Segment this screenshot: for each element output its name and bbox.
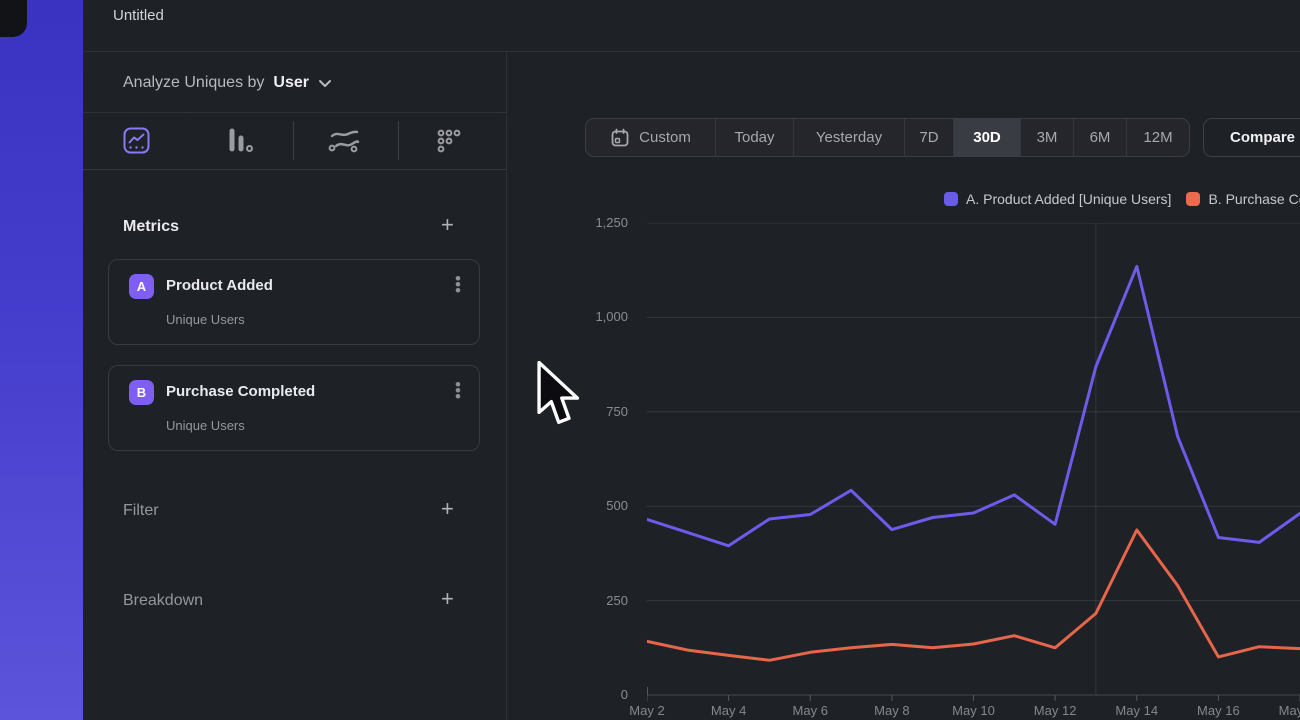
sidebar-right-divider xyxy=(506,51,507,720)
flow-icon xyxy=(328,128,360,154)
range-label: 3M xyxy=(1037,129,1058,146)
background-gradient-strip xyxy=(0,0,83,720)
view-tab-flow[interactable] xyxy=(292,113,396,168)
range-label: 30D xyxy=(973,129,1001,146)
header-divider xyxy=(83,51,1300,52)
metrics-section-title: Metrics xyxy=(123,218,179,236)
date-range-selector: Custom Today Yesterday 7D 30D 3M 6M 12M xyxy=(585,118,1190,157)
range-label: 6M xyxy=(1090,129,1111,146)
range-3m[interactable]: 3M xyxy=(1021,119,1074,156)
x-tick-label: May 18 xyxy=(1270,703,1300,718)
y-tick-label: 500 xyxy=(578,498,628,513)
background-corner xyxy=(0,0,27,37)
range-12m[interactable]: 12M xyxy=(1127,119,1189,156)
add-breakdown-button[interactable]: + xyxy=(441,590,454,608)
analyze-by-control[interactable]: Analyze Uniques by User xyxy=(123,74,332,92)
app-screenshot: { "window_title": "Untitled", "sidebar":… xyxy=(0,0,1300,720)
range-label: Custom xyxy=(639,129,691,146)
range-label: 7D xyxy=(919,129,938,146)
chart-svg xyxy=(647,223,1300,703)
y-tick-label: 1,000 xyxy=(578,309,628,324)
x-tick-label: May 12 xyxy=(1025,703,1085,718)
calendar-icon xyxy=(610,128,630,148)
view-tab-bar-chart[interactable] xyxy=(187,113,291,168)
x-tick-label: May 2 xyxy=(617,703,677,718)
view-tab-grid[interactable] xyxy=(397,113,501,168)
sidebar-divider-tabs xyxy=(83,169,506,170)
range-label: Today xyxy=(734,129,774,146)
add-filter-button[interactable]: + xyxy=(441,500,454,518)
range-6m[interactable]: 6M xyxy=(1074,119,1127,156)
legend-label: A. Product Added [Unique Users] xyxy=(966,191,1171,207)
analyze-by-value[interactable]: User xyxy=(273,74,309,92)
metric-subtitle: Unique Users xyxy=(166,312,245,327)
section-label-filter: Filter xyxy=(123,502,159,520)
report-title[interactable]: Untitled xyxy=(113,7,164,24)
range-yesterday[interactable]: Yesterday xyxy=(794,119,905,156)
compare-button[interactable]: Compare xyxy=(1203,118,1300,157)
metric-card[interactable]: A Product Added Unique Users ••• xyxy=(108,259,480,345)
range-label: Yesterday xyxy=(816,129,882,146)
add-metric-button[interactable]: + xyxy=(441,216,454,234)
y-tick-label: 1,250 xyxy=(578,215,628,230)
chart-legend: A. Product Added [Unique Users] B. Purcha… xyxy=(944,191,1300,207)
bar-chart-icon xyxy=(224,126,254,156)
grid-dots-icon xyxy=(435,127,463,155)
legend-swatch xyxy=(1186,192,1200,206)
range-custom[interactable]: Custom xyxy=(586,119,716,156)
chevron-down-icon xyxy=(318,79,332,88)
section-label-breakdown: Breakdown xyxy=(123,592,203,610)
x-tick-label: May 14 xyxy=(1107,703,1167,718)
legend-label: B. Purchase Completed [Unique Users] xyxy=(1208,191,1300,207)
y-tick-label: 250 xyxy=(578,593,628,608)
metric-name: Product Added xyxy=(166,277,273,294)
x-tick-label: May 16 xyxy=(1188,703,1248,718)
metric-badge: A xyxy=(129,274,154,299)
arrow-cursor-icon xyxy=(536,361,582,430)
y-tick-label: 750 xyxy=(578,404,628,419)
x-tick-label: May 4 xyxy=(699,703,759,718)
x-tick-label: May 8 xyxy=(862,703,922,718)
kebab-menu-icon[interactable]: ••• xyxy=(455,275,461,293)
x-tick-label: May 6 xyxy=(780,703,840,718)
legend-item[interactable]: A. Product Added [Unique Users] xyxy=(944,191,1171,207)
metric-subtitle: Unique Users xyxy=(166,418,245,433)
range-30d[interactable]: 30D xyxy=(954,119,1021,156)
view-tab-line-chart[interactable] xyxy=(84,113,188,168)
legend-item[interactable]: B. Purchase Completed [Unique Users] xyxy=(1186,191,1300,207)
line-chart-icon xyxy=(123,127,150,154)
range-label: 12M xyxy=(1143,129,1172,146)
metric-card[interactable]: B Purchase Completed Unique Users ••• xyxy=(108,365,480,451)
x-tick-label: May 10 xyxy=(944,703,1004,718)
analyze-by-label: Analyze Uniques by xyxy=(123,74,264,92)
compare-label: Compare xyxy=(1230,129,1295,146)
y-tick-label: 0 xyxy=(578,687,628,702)
metric-badge: B xyxy=(129,380,154,405)
range-today[interactable]: Today xyxy=(716,119,794,156)
metric-name: Purchase Completed xyxy=(166,383,315,400)
kebab-menu-icon[interactable]: ••• xyxy=(455,381,461,399)
range-7d[interactable]: 7D xyxy=(905,119,954,156)
legend-swatch xyxy=(944,192,958,206)
